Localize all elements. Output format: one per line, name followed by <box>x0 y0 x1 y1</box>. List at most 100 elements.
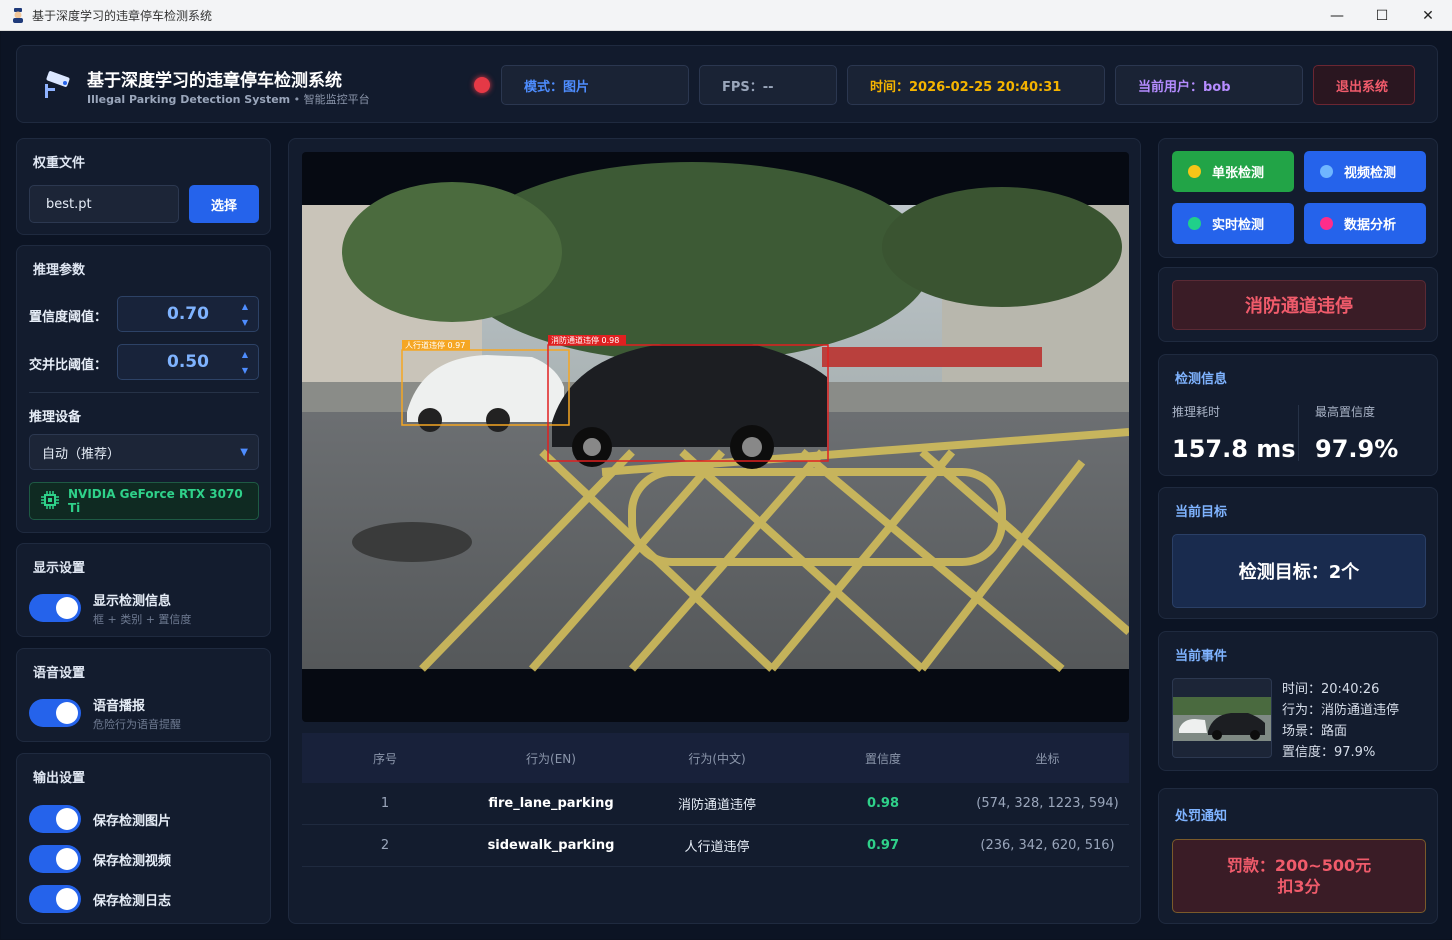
device-title: 推理设备 <box>29 410 82 425</box>
voice-label: 语音播报 <box>93 699 146 714</box>
event-scene: 场景：路面 <box>1282 724 1348 739</box>
save-image-label: 保存检测图片 <box>93 814 172 829</box>
mode-buttons-panel: 单张检测 视频检测 实时检测 数据分析 <box>1158 138 1438 258</box>
spin-down-icon[interactable]: ▼ <box>242 318 248 327</box>
save-image-toggle[interactable] <box>29 805 81 833</box>
select-weights-button[interactable]: 选择 <box>189 185 259 223</box>
minimize-button[interactable]: — <box>1314 0 1360 31</box>
app-subtitle: Illegal Parking Detection System • 智能监控平… <box>87 91 370 107</box>
fps-indicator: FPS：-- <box>699 65 837 105</box>
detection-image-view: 人行道违停 0.97 消防通道违停 0.98 <box>302 152 1129 722</box>
cell-index: 1 <box>380 796 390 811</box>
cell-index: 2 <box>380 838 390 853</box>
device-select[interactable]: 自动（推荐） ▼ <box>29 434 259 470</box>
col-header-index: 序号 <box>372 751 397 766</box>
table-row[interactable]: 2 sidewalk_parking 人行道违停 0.97 (236, 342,… <box>302 825 1129 867</box>
current-event-panel: 当前事件 时间：20:40:26 行为：消防通道违停 场景：路面 置信度：97.… <box>1158 631 1438 771</box>
cell-confidence: 0.98 <box>866 796 900 811</box>
current-target-title: 当前目标 <box>1175 505 1228 520</box>
penalty-fine: 罚款：200~500元 <box>1226 856 1372 875</box>
single-image-detect-button[interactable]: 单张检测 <box>1172 151 1294 192</box>
weights-file-input[interactable]: best.pt <box>29 185 179 223</box>
chip-icon <box>40 490 60 513</box>
close-button[interactable]: ✕ <box>1405 0 1451 31</box>
display-info-toggle[interactable] <box>29 594 81 622</box>
display-info-label: 显示检测信息 <box>93 594 172 609</box>
save-video-label: 保存检测视频 <box>93 854 172 869</box>
voice-sub: 危险行为语音提醒 <box>93 718 181 731</box>
display-info-sub: 框 + 类别 + 置信度 <box>93 613 192 626</box>
divider <box>1298 405 1299 461</box>
spin-up-icon[interactable]: ▲ <box>242 350 248 359</box>
gpu-badge: NVIDIA GeForce RTX 3070 Ti <box>29 482 259 520</box>
max-confidence-value: 97.9% <box>1315 435 1399 463</box>
cell-coords: (574, 328, 1223, 594) <box>976 796 1119 811</box>
cell-behavior-cn: 人行道违停 <box>684 840 750 855</box>
detect-info-title: 检测信息 <box>1175 372 1228 387</box>
penalty-box: 罚款：200~500元 扣3分 <box>1172 839 1426 913</box>
voice-settings-title: 语音设置 <box>33 666 86 681</box>
col-header-confidence: 置信度 <box>864 751 901 766</box>
voice-toggle[interactable] <box>29 699 81 727</box>
col-header-coords: 坐标 <box>1035 751 1060 766</box>
display-settings-panel: 显示设置 显示检测信息 框 + 类别 + 置信度 <box>16 543 271 637</box>
display-settings-title: 显示设置 <box>33 561 86 576</box>
cell-behavior-en: fire_lane_parking <box>488 796 614 811</box>
maximize-button[interactable]: ☐ <box>1359 0 1405 31</box>
sidewalk-parking-label: 人行道违停 0.97 <box>405 340 465 350</box>
spin-up-icon[interactable]: ▲ <box>242 302 248 311</box>
violation-alert: 消防通道违停 <box>1172 280 1426 330</box>
weights-panel: 权重文件 best.pt 选择 <box>16 138 271 235</box>
alert-panel: 消防通道违停 <box>1158 267 1438 342</box>
status-dot-icon <box>1188 217 1201 230</box>
conf-threshold-label: 置信度阈值： <box>29 310 108 325</box>
col-header-behavior-en: 行为(EN) <box>526 751 576 766</box>
current-event-title: 当前事件 <box>1175 649 1228 664</box>
save-log-label: 保存检测日志 <box>93 894 172 909</box>
realtime-detect-button[interactable]: 实时检测 <box>1172 203 1294 244</box>
street-scene-image: 人行道违停 0.97 消防通道违停 0.98 <box>302 162 1129 673</box>
inference-title: 推理参数 <box>33 263 86 278</box>
penalty-panel: 处罚通知 罚款：200~500元 扣3分 <box>1158 788 1438 924</box>
save-video-toggle[interactable] <box>29 845 81 873</box>
results-table-header: 序号 行为(EN) 行为(中文) 置信度 坐标 <box>302 733 1129 783</box>
subtitle-cn: • 智能监控平台 <box>290 93 370 106</box>
logout-button[interactable]: 退出系统 <box>1313 65 1415 105</box>
recording-status-dot <box>474 77 490 93</box>
event-thumbnail[interactable] <box>1172 678 1272 758</box>
header-bar: 基于深度学习的违章停车检测系统 Illegal Parking Detectio… <box>16 45 1438 123</box>
target-count: 检测目标：2个 <box>1172 534 1426 608</box>
iou-threshold-label: 交并比阈值： <box>29 358 108 373</box>
divider <box>29 392 259 393</box>
save-log-toggle[interactable] <box>29 885 81 913</box>
table-row[interactable]: 1 fire_lane_parking 消防通道违停 0.98 (574, 32… <box>302 783 1129 825</box>
cell-confidence: 0.97 <box>866 838 900 853</box>
max-confidence-label: 最高置信度 <box>1315 405 1376 419</box>
event-confidence: 置信度：97.9% <box>1282 745 1376 760</box>
clock-indicator: 时间：2026-02-25 20:40:31 <box>847 65 1105 105</box>
cell-behavior-cn: 消防通道违停 <box>677 798 756 813</box>
penalty-title: 处罚通知 <box>1175 809 1228 824</box>
chevron-down-icon: ▼ <box>240 446 248 458</box>
inference-time-value: 157.8 ms <box>1172 435 1296 463</box>
police-app-icon <box>10 7 26 23</box>
fire-lane-parking-label: 消防通道违停 0.98 <box>551 335 619 345</box>
video-detect-label: 视频检测 <box>1344 166 1397 181</box>
cell-coords: (236, 342, 620, 516) <box>980 838 1115 853</box>
app-root: 基于深度学习的违章停车检测系统 Illegal Parking Detectio… <box>1 31 1451 939</box>
weights-title: 权重文件 <box>33 156 86 171</box>
event-time: 时间：20:40:26 <box>1282 682 1380 697</box>
col-header-behavior-cn: 行为(中文) <box>688 751 746 766</box>
iou-threshold-spinbox[interactable]: 0.50 ▲ ▼ <box>117 344 259 380</box>
status-dot-icon <box>1320 217 1333 230</box>
detection-panel: 人行道违停 0.97 消防通道违停 0.98 序号 行为(EN) 行为(中文) … <box>288 138 1141 924</box>
app-title: 基于深度学习的违章停车检测系统 <box>87 71 342 91</box>
spin-down-icon[interactable]: ▼ <box>242 366 248 375</box>
status-dot-icon <box>1320 165 1333 178</box>
user-indicator: 当前用户：bob <box>1115 65 1303 105</box>
event-behavior: 行为：消防通道违停 <box>1282 703 1400 718</box>
data-analysis-button[interactable]: 数据分析 <box>1304 203 1426 244</box>
detect-info-panel: 检测信息 推理耗时 157.8 ms 最高置信度 97.9% <box>1158 354 1438 476</box>
conf-threshold-spinbox[interactable]: 0.70 ▲ ▼ <box>117 296 259 332</box>
video-detect-button[interactable]: 视频检测 <box>1304 151 1426 192</box>
